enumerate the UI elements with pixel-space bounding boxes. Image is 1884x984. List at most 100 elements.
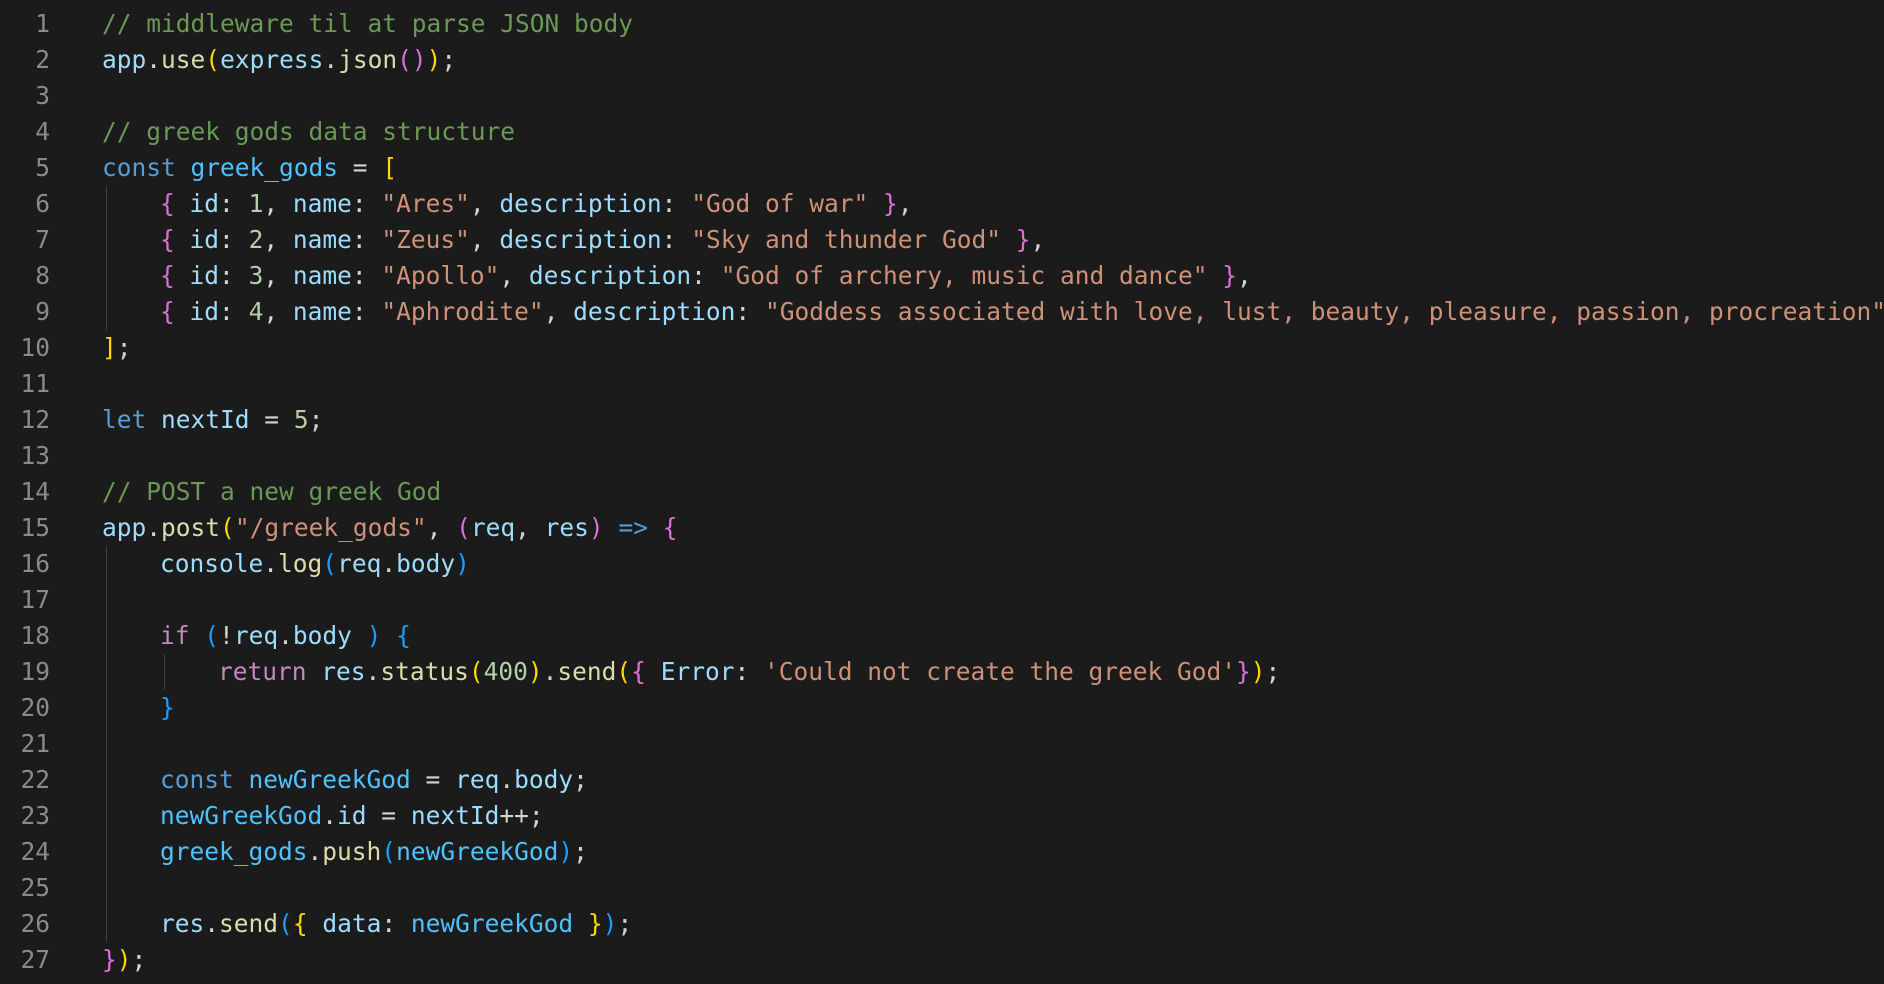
code-line[interactable]: 19 return res.status(400).send({ Error: '…: [0, 654, 1884, 690]
code-line[interactable]: 23 newGreekGod.id = nextId++;: [0, 798, 1884, 834]
code-token: =: [338, 153, 383, 182]
line-number: 2: [35, 45, 50, 74]
code-token: nextId: [410, 801, 500, 830]
code-token: "Sky and thunder God": [691, 225, 1001, 254]
code-token: // POST a new greek God: [102, 477, 442, 506]
code-line[interactable]: 27});: [0, 942, 1884, 978]
code-text: // middleware til at parse JSON body: [102, 6, 633, 42]
line-number: 8: [35, 261, 50, 290]
code-token: let: [102, 405, 147, 434]
code-token: req: [233, 621, 279, 650]
code-line[interactable]: 18 if (!req.body ) {: [0, 618, 1884, 654]
code-token: greek_gods: [160, 837, 308, 866]
code-token: description: [499, 225, 662, 254]
code-token: ,: [515, 513, 545, 542]
code-token: id: [189, 225, 220, 254]
line-number: 26: [20, 909, 50, 938]
code-line[interactable]: 26 res.send({ data: newGreekGod });: [0, 906, 1884, 942]
code-token: (: [381, 837, 397, 866]
code-line[interactable]: 8 { id: 3, name: "Apollo", description: "…: [0, 258, 1884, 294]
code-token: 4: [248, 297, 264, 326]
code-token: return: [218, 657, 307, 686]
code-token: 'Could not create the greek God': [763, 657, 1236, 686]
code-line[interactable]: 5 const greek_gods = [: [0, 150, 1884, 186]
code-token: 400: [483, 657, 528, 686]
code-token: req: [470, 513, 516, 542]
code-token: :: [734, 657, 764, 686]
code-line[interactable]: 7 { id: 2, name: "Zeus", description: "Sk…: [0, 222, 1884, 258]
code-text: let nextId = 5;: [102, 402, 323, 438]
line-number: 10: [20, 333, 50, 362]
code-token: {: [396, 621, 411, 650]
code-token: (: [616, 657, 632, 686]
code-line[interactable]: 6 { id: 1, name: "Ares", description: "Go…: [0, 186, 1884, 222]
code-line[interactable]: 22 const newGreekGod = req.body;: [0, 762, 1884, 798]
code-line[interactable]: 21: [0, 726, 1884, 762]
code-line[interactable]: 20}: [0, 690, 1884, 726]
code-line[interactable]: 16 console.log(req.body): [0, 546, 1884, 582]
code-line[interactable]: 4 // greek gods data structure: [0, 114, 1884, 150]
code-token: {: [160, 189, 175, 218]
code-token: ,: [897, 189, 913, 218]
line-number: 17: [20, 585, 50, 614]
code-token: if: [160, 621, 190, 650]
code-token: // middleware til at parse JSON body: [102, 9, 634, 38]
code-text: newGreekGod.id = nextId++;: [160, 798, 544, 834]
code-line[interactable]: 2 app.use(express.json());: [0, 42, 1884, 78]
code-text: app.post("/greek_gods", (req, res) => {: [102, 510, 677, 546]
code-token: ;: [573, 765, 588, 794]
code-token: =: [366, 801, 411, 830]
code-line[interactable]: 25: [0, 870, 1884, 906]
code-token: .: [263, 549, 279, 578]
line-number: 18: [20, 621, 50, 650]
code-line[interactable]: 9 { id: 4, name: "Aphrodite", description…: [0, 294, 1884, 330]
code-line[interactable]: 17: [0, 582, 1884, 618]
code-token: name: [292, 189, 352, 218]
code-line[interactable]: 13: [0, 438, 1884, 474]
code-token: "Apollo": [381, 261, 500, 290]
code-token: .: [278, 621, 293, 650]
code-line[interactable]: 15 app.post("/greek_gods", (req, res) => …: [0, 510, 1884, 546]
code-token: (: [322, 549, 338, 578]
code-token: {: [292, 909, 308, 938]
code-token: name: [292, 225, 352, 254]
code-line[interactable]: 14 // POST a new greek God: [0, 474, 1884, 510]
code-token: push: [322, 837, 382, 866]
code-line[interactable]: 10];: [0, 330, 1884, 366]
code-line[interactable]: 3: [0, 78, 1884, 114]
code-token: .: [365, 657, 381, 686]
code-token: ,: [263, 189, 293, 218]
code-token: =>: [618, 513, 648, 542]
code-token: ): [558, 837, 574, 866]
code-token: .: [542, 657, 558, 686]
code-line[interactable]: 1 // middleware til at parse JSON body: [0, 6, 1884, 42]
code-token: body: [396, 549, 456, 578]
code-line[interactable]: 24 greek_gods.push(newGreekGod);: [0, 834, 1884, 870]
code-token: newGreekGod: [248, 765, 411, 794]
code-token: {: [160, 225, 175, 254]
line-number: 25: [20, 873, 50, 902]
indent-guide: [164, 654, 165, 690]
code-text: });: [102, 942, 146, 978]
code-token: :: [351, 297, 382, 326]
code-text: }: [160, 690, 175, 726]
code-token: }: [1222, 261, 1237, 290]
code-token: (): [397, 45, 427, 74]
code-editor[interactable]: 1 // middleware til at parse JSON body 2 ap…: [0, 0, 1884, 984]
code-line[interactable]: 11: [0, 366, 1884, 402]
code-token: {: [662, 513, 678, 542]
code-token: }: [882, 189, 898, 218]
code-line[interactable]: 12 let nextId = 5;: [0, 402, 1884, 438]
code-text: ];: [102, 330, 132, 366]
code-token: id: [189, 189, 220, 218]
code-token: :: [351, 189, 382, 218]
code-token: body: [514, 765, 574, 794]
code-text: const greek_gods = [: [102, 150, 397, 186]
